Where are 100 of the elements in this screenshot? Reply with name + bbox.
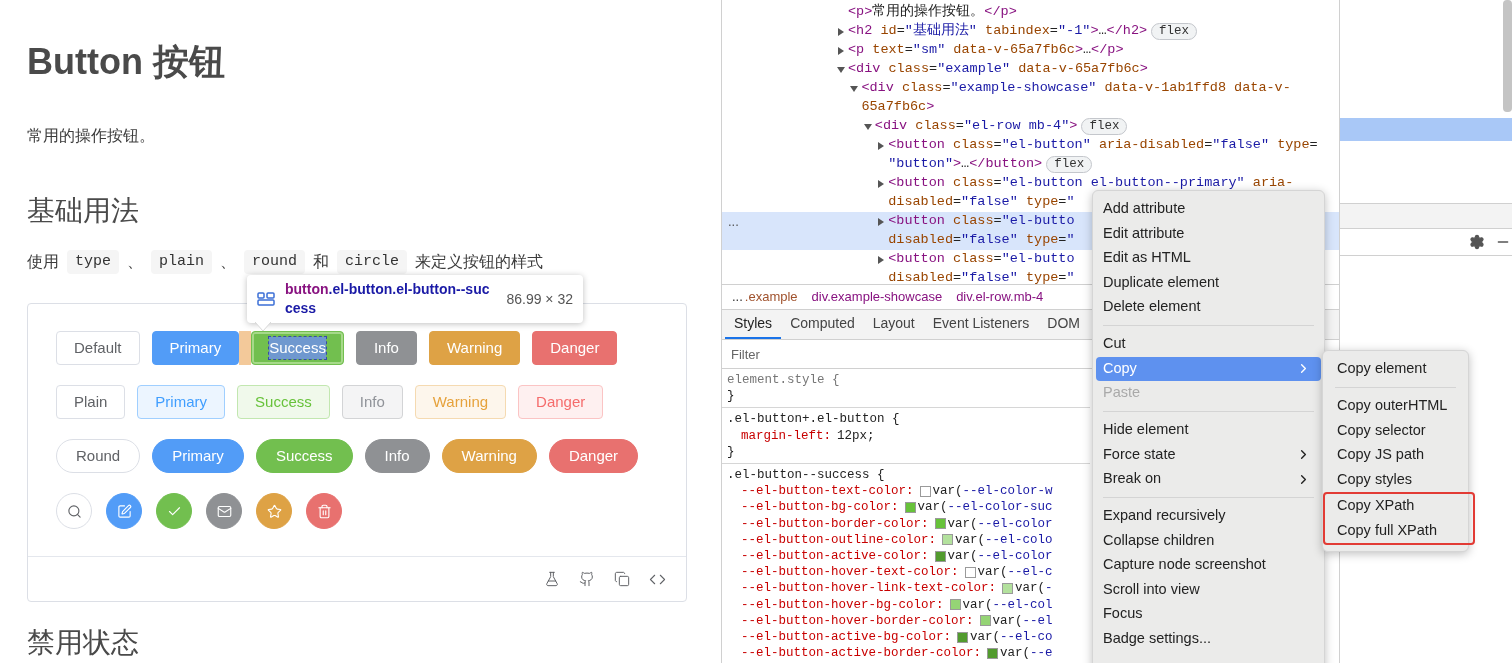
color-swatch[interactable] — [934, 518, 946, 530]
flex-badge[interactable]: flex — [1151, 23, 1198, 40]
demo-button[interactable]: Round — [56, 439, 141, 473]
collapsed-triangle-icon[interactable] — [837, 27, 845, 36]
tab[interactable]: Computed — [781, 310, 864, 340]
css-value[interactable]: var(--el-color-suc — [917, 499, 1053, 516]
html-code-line[interactable]: <div class="example" data-v-65a7fb6c> — [848, 59, 1148, 80]
color-swatch[interactable] — [904, 502, 916, 513]
demo-button[interactable]: Plain — [56, 385, 126, 419]
css-property[interactable]: --el-button-hover-text-color: — [741, 564, 959, 581]
css-property[interactable]: --el-button-outline-color: — [741, 531, 937, 549]
icon-button[interactable] — [206, 493, 242, 529]
menu-item[interactable]: Expand recursively — [1096, 504, 1321, 529]
menu-item[interactable]: Edit attribute — [1096, 221, 1321, 246]
icon-button[interactable] — [156, 493, 192, 529]
color-swatch[interactable] — [949, 599, 961, 611]
tab[interactable]: DOM — [1038, 310, 1089, 340]
menu-item[interactable]: Copy full XPath — [1326, 518, 1473, 543]
icon-button[interactable] — [256, 493, 292, 529]
html-code-line[interactable]: <p text="sm" data-v-65a7fb6c>…</p> — [848, 40, 1124, 61]
color-swatch[interactable] — [942, 534, 954, 546]
github-icon[interactable] — [579, 571, 595, 587]
css-value[interactable]: var(--el-color-w — [932, 483, 1053, 500]
css-selector[interactable]: .el-button--success { — [727, 467, 1085, 484]
color-swatch[interactable] — [1002, 583, 1014, 595]
menu-item[interactable]: Hide element — [1096, 418, 1321, 443]
breadcrumb[interactable]: div.example-showcase — [811, 287, 943, 307]
collapsed-triangle-icon[interactable] — [877, 217, 886, 226]
html-code-line[interactable]: <button class="el-butto — [888, 249, 1075, 270]
color-swatch[interactable] — [964, 566, 976, 578]
css-value[interactable]: var(--el-col — [962, 596, 1053, 613]
flask-icon[interactable] — [544, 571, 560, 587]
tab[interactable]: Layout — [863, 310, 924, 340]
menu-item[interactable]: Break on — [1096, 467, 1321, 492]
menu-item[interactable]: Copy XPath — [1326, 494, 1473, 519]
expanded-triangle-icon[interactable] — [863, 122, 872, 131]
demo-button[interactable]: Default — [56, 331, 140, 365]
icon-button[interactable] — [306, 493, 342, 529]
tab[interactable]: Styles — [725, 310, 782, 340]
tab[interactable]: Event Listeners — [923, 310, 1039, 340]
html-code-line[interactable]: <div class="el-row mb-4"> — [874, 116, 1078, 137]
color-swatch[interactable] — [957, 631, 969, 643]
html-code-line[interactable]: <button class="el-button" aria-disabled="false" type= — [888, 135, 1318, 156]
copy-icon[interactable] — [614, 571, 630, 587]
html-code-line[interactable]: <div class="example-showcase" data-v-1ab1ffd8 data-v- — [861, 78, 1291, 99]
collapsed-triangle-icon[interactable] — [877, 141, 886, 150]
css-property[interactable]: --el-button-border-color: — [741, 515, 929, 532]
menu-item[interactable]: Delete element — [1096, 295, 1321, 320]
css-selector[interactable]: element.style { — [727, 372, 1085, 389]
collapsed-triangle-icon[interactable] — [877, 179, 886, 188]
html-code-line[interactable]: <button class="el-butto — [888, 211, 1075, 232]
menu-item[interactable]: Force state — [1096, 442, 1321, 467]
html-code-line[interactable]: <h2 id="基础用法" tabindex="-1">…</h2> — [848, 21, 1148, 42]
icon-button[interactable] — [106, 493, 142, 529]
css-property[interactable]: --el-button-hover-border-color: — [741, 612, 974, 630]
collapsed-triangle-icon[interactable] — [837, 46, 845, 55]
flex-badge[interactable]: flex — [1046, 156, 1093, 173]
css-property[interactable]: --el-button-active-border-color: — [741, 645, 982, 662]
css-property[interactable]: --el-button-hover-bg-color: — [741, 596, 944, 613]
html-code-line[interactable]: disabled="false" type=" — [888, 268, 1075, 284]
menu-item[interactable]: Copy JS path — [1326, 443, 1465, 468]
css-value[interactable]: var(--e — [1000, 645, 1053, 662]
html-code-line[interactable]: disabled="false" type=" — [888, 192, 1075, 213]
html-code-line[interactable]: disabled="false" type=" — [888, 230, 1075, 251]
expanded-triangle-icon[interactable] — [837, 65, 845, 74]
css-value[interactable]: var(--el — [992, 612, 1053, 630]
breadcrumb[interactable]: div.el-row.mb-4 — [956, 287, 1044, 307]
css-value[interactable]: var(--el-color — [947, 548, 1053, 565]
menu-item[interactable]: Copy element — [1326, 357, 1465, 382]
css-value[interactable]: var(--el-color — [947, 515, 1053, 532]
css-value[interactable]: 12px; — [837, 427, 875, 444]
css-value[interactable]: var(--el-c — [977, 564, 1053, 581]
menu-item[interactable]: Copy outerHTML — [1326, 394, 1465, 419]
css-value[interactable]: var(- — [1015, 580, 1053, 597]
breadcrumb[interactable]: .example — [744, 287, 798, 307]
menu-item[interactable]: Cut — [1096, 332, 1321, 357]
menu-item[interactable]: Focus — [1096, 602, 1321, 627]
css-value[interactable]: var(--el-colo — [955, 531, 1053, 549]
flex-badge[interactable]: flex — [1081, 118, 1128, 135]
css-property[interactable]: --el-button-active-color: — [741, 548, 929, 565]
css-selector[interactable]: .el-button+.el-button { — [727, 411, 1085, 428]
css-value[interactable]: var(--el-co — [970, 629, 1053, 646]
color-swatch[interactable] — [934, 550, 946, 562]
more-indicator[interactable]: ... — [728, 212, 739, 231]
color-swatch[interactable] — [919, 485, 931, 497]
html-code-line[interactable]: "button">…</button> — [888, 154, 1043, 175]
menu-item[interactable]: Capture node screenshot — [1096, 553, 1321, 578]
menu-item[interactable]: Edit as HTML — [1096, 246, 1321, 271]
html-code-line[interactable]: <button class="el-button el-button--primary" aria- — [888, 173, 1294, 194]
menu-item[interactable]: Scroll into view — [1096, 577, 1321, 602]
collapsed-triangle-icon[interactable] — [877, 255, 886, 264]
html-code-line[interactable]: <p>常用的操作按钮。</p> — [848, 2, 1017, 23]
color-swatch[interactable] — [979, 615, 991, 627]
color-swatch[interactable] — [987, 647, 999, 659]
css-property[interactable]: --el-button-text-color: — [741, 483, 914, 500]
menu-item[interactable]: Collapse children — [1096, 528, 1321, 553]
css-property[interactable]: --el-button-bg-color: — [741, 499, 899, 516]
css-property[interactable]: --el-button-active-bg-color: — [741, 629, 952, 646]
menu-item[interactable]: Badge settings... — [1096, 626, 1321, 651]
breadcrumb-more[interactable]: ... — [732, 287, 743, 307]
